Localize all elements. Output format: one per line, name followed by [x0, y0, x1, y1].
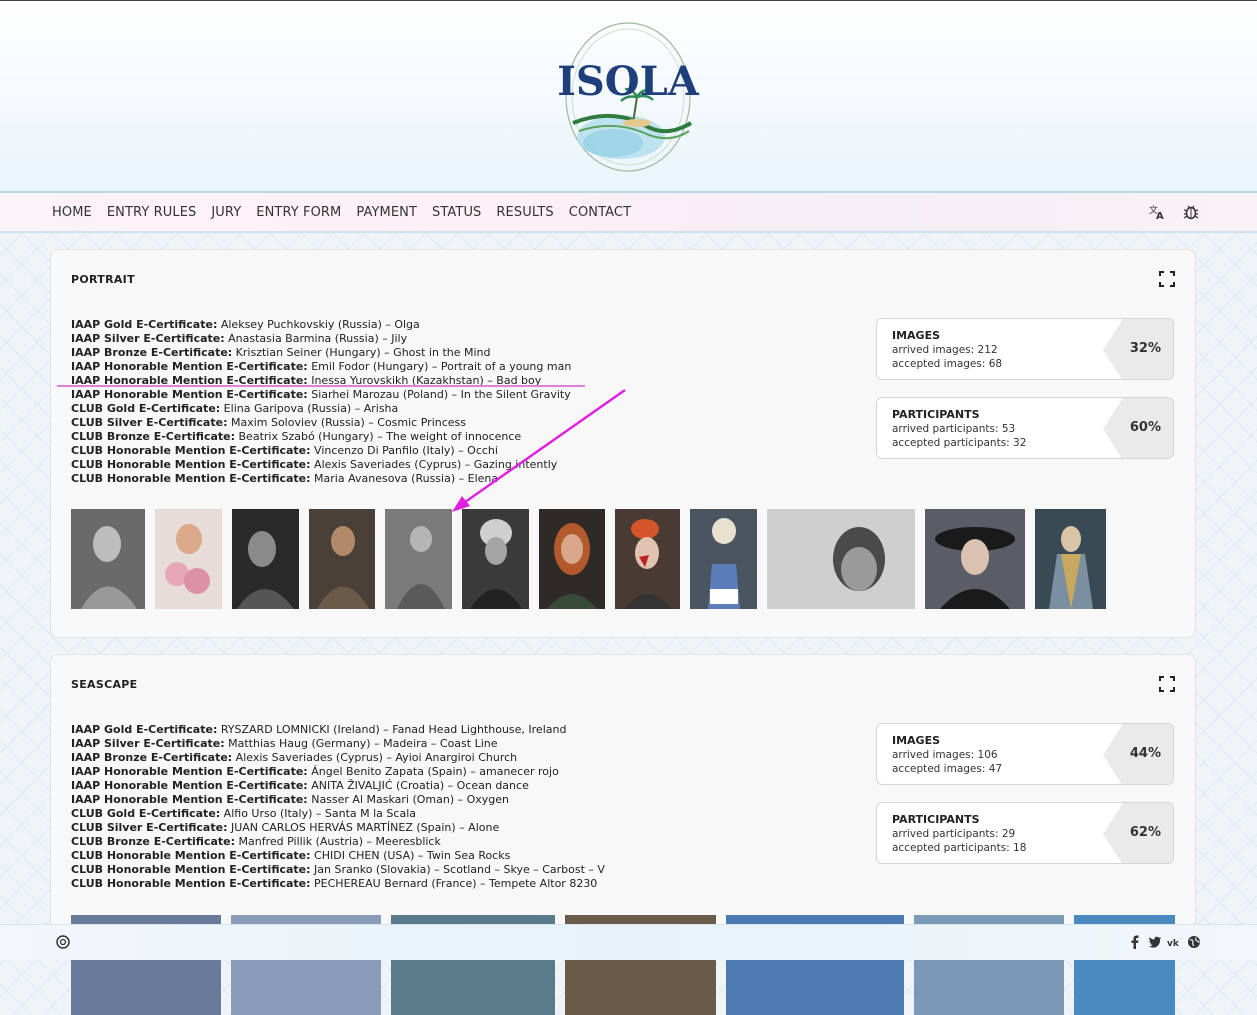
fullscreen-icon[interactable] — [1159, 676, 1175, 692]
nav-jury[interactable]: JURY — [211, 205, 241, 220]
stat-accepted: accepted images: 47 — [892, 763, 1003, 775]
stat-arrived: arrived images: 106 — [892, 749, 998, 761]
isola-logo[interactable]: ISOLA — [553, 15, 703, 180]
photo-gallery — [71, 509, 1116, 609]
stat-heading: PARTICIPANTS — [892, 813, 980, 826]
section-title: SEASCAPE — [71, 678, 138, 691]
photo-thumbnail[interactable] — [462, 509, 529, 609]
award-row: IAAP Bronze E-Certificate: Alexis Saveri… — [71, 751, 518, 764]
photo-thumbnail[interactable] — [71, 509, 145, 609]
award-row: IAAP Gold E-Certificate: Aleksey Puchkov… — [71, 318, 420, 331]
twitter-icon[interactable] — [1148, 935, 1162, 949]
photo-thumbnail[interactable] — [925, 509, 1025, 609]
nav-icons: 文 A — [1148, 203, 1200, 221]
award-row: IAAP Honorable Mention E-Certificate: Si… — [71, 388, 571, 401]
award-row: CLUB Honorable Mention E-Certificate: CH… — [71, 849, 511, 862]
svg-text:A: A — [1156, 211, 1164, 221]
stat-heading: IMAGES — [892, 734, 941, 747]
stat-percent: 60% — [1129, 420, 1161, 435]
privacy-icon[interactable] — [56, 935, 70, 949]
svg-text:vk: vk — [1167, 939, 1180, 949]
award-row: CLUB Silver E-Certificate: JUAN CARLOS H… — [71, 821, 500, 834]
stat-percent: 44% — [1129, 746, 1161, 761]
images-stat: IMAGES arrived images: 106 accepted imag… — [876, 723, 1174, 785]
header: ISOLA — [0, 1, 1257, 191]
nav-results[interactable]: RESULTS — [496, 205, 553, 220]
award-row: CLUB Honorable Mention E-Certificate: PE… — [71, 877, 598, 890]
participants-stat: PARTICIPANTS arrived participants: 29 ac… — [876, 802, 1174, 864]
photo-thumbnail[interactable] — [767, 509, 915, 609]
stat-accepted: accepted participants: 32 — [892, 437, 1027, 449]
web-icon[interactable] — [1187, 935, 1201, 949]
award-list: IAAP Gold E-Certificate: Aleksey Puchkov… — [71, 318, 571, 486]
images-stat: IMAGES arrived images: 212 accepted imag… — [876, 318, 1174, 380]
seascape-section: SEASCAPE IAAP Gold E-Certificate: RYSZAR… — [50, 654, 1196, 1015]
photo-thumbnail[interactable] — [155, 509, 222, 609]
award-row: IAAP Bronze E-Certificate: Krisztian Sei… — [71, 346, 491, 359]
nav-menu: HOME ENTRY RULES JURY ENTRY FORM PAYMENT… — [52, 193, 646, 231]
photo-thumbnail[interactable] — [385, 509, 452, 609]
nav-entry-form[interactable]: ENTRY FORM — [256, 205, 341, 220]
award-row: CLUB Honorable Mention E-Certificate: Vi… — [71, 444, 498, 457]
award-row: CLUB Gold E-Certificate: Elina Garipova … — [71, 402, 399, 415]
award-row: CLUB Honorable Mention E-Certificate: Ma… — [71, 472, 499, 485]
photo-thumbnail[interactable] — [690, 509, 757, 609]
stat-arrived: arrived participants: 29 — [892, 828, 1016, 840]
footer: vk — [0, 924, 1257, 960]
award-row: IAAP Honorable Mention E-Certificate: AN… — [71, 779, 529, 792]
award-row: CLUB Gold E-Certificate: Alfio Urso (Ita… — [71, 807, 416, 820]
portrait-section: PORTRAIT IAAP Gold E-Certificate: Alekse… — [50, 249, 1196, 638]
stat-arrived: arrived participants: 53 — [892, 423, 1016, 435]
award-row: CLUB Bronze E-Certificate: Beatrix Szabó… — [71, 430, 522, 443]
photo-thumbnail[interactable] — [232, 509, 299, 609]
stat-arrived: arrived images: 212 — [892, 344, 998, 356]
photo-thumbnail[interactable] — [615, 509, 680, 609]
photo-thumbnail[interactable] — [539, 509, 605, 609]
award-row: IAAP Honorable Mention E-Certificate: Na… — [71, 793, 510, 806]
award-list: IAAP Gold E-Certificate: RYSZARD LOMNICK… — [71, 723, 605, 891]
stat-accepted: accepted participants: 18 — [892, 842, 1027, 854]
photo-thumbnail[interactable] — [309, 509, 375, 609]
stat-percent: 62% — [1129, 825, 1161, 840]
stat-heading: IMAGES — [892, 329, 941, 342]
translate-icon[interactable]: 文 A — [1148, 203, 1166, 221]
nav-contact[interactable]: CONTACT — [569, 205, 631, 220]
stat-heading: PARTICIPANTS — [892, 408, 980, 421]
section-title: PORTRAIT — [71, 273, 135, 286]
nav-status[interactable]: STATUS — [432, 205, 481, 220]
nav-payment[interactable]: PAYMENT — [356, 205, 417, 220]
award-row: CLUB Bronze E-Certificate: Manfred Pilli… — [71, 835, 441, 848]
nav-home[interactable]: HOME — [52, 205, 92, 220]
award-row: IAAP Honorable Mention E-Certificate: Em… — [71, 360, 572, 373]
facebook-icon[interactable] — [1128, 935, 1142, 949]
stat-percent: 32% — [1129, 341, 1161, 356]
award-row: IAAP Honorable Mention E-Certificate: Án… — [71, 765, 559, 778]
award-row: IAAP Honorable Mention E-Certificate: In… — [71, 374, 542, 387]
nav-entry-rules[interactable]: ENTRY RULES — [107, 205, 197, 220]
logo-text: ISOLA — [557, 58, 700, 105]
award-row: IAAP Silver E-Certificate: Matthias Haug… — [71, 737, 498, 750]
stat-accepted: accepted images: 68 — [892, 358, 1003, 370]
award-row: IAAP Silver E-Certificate: Anastasia Bar… — [71, 332, 408, 345]
participants-stat: PARTICIPANTS arrived participants: 53 ac… — [876, 397, 1174, 459]
bug-icon[interactable] — [1182, 203, 1200, 221]
fullscreen-icon[interactable] — [1159, 271, 1175, 287]
photo-thumbnail[interactable] — [1035, 509, 1106, 609]
award-row: CLUB Silver E-Certificate: Maxim Solovie… — [71, 416, 466, 429]
vk-icon[interactable]: vk — [1167, 935, 1181, 949]
main-navbar: HOME ENTRY RULES JURY ENTRY FORM PAYMENT… — [0, 191, 1257, 233]
award-row: CLUB Honorable Mention E-Certificate: Al… — [71, 458, 558, 471]
award-row: CLUB Honorable Mention E-Certificate: Ja… — [71, 863, 605, 876]
award-row: IAAP Gold E-Certificate: RYSZARD LOMNICK… — [71, 723, 567, 736]
